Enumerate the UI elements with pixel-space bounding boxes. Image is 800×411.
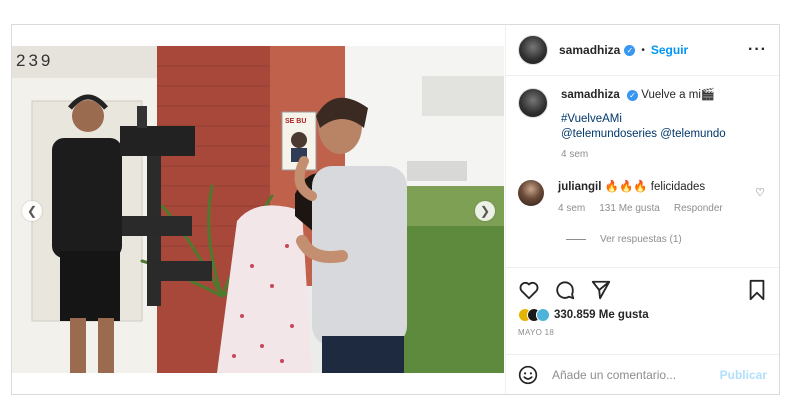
avatar[interactable] <box>518 35 548 65</box>
post-media: 239 SE BU ❮ ❯ <box>12 25 505 394</box>
replies-divider <box>566 239 586 240</box>
post-header: samadhiza ✓ • Seguir ··· <box>506 25 779 76</box>
comment-icon[interactable] <box>554 279 576 301</box>
view-replies-button[interactable]: Ver respuestas (1) <box>566 234 767 245</box>
comment-username[interactable]: juliangil <box>558 181 601 193</box>
likes-row[interactable]: 330.859 Me gusta <box>518 308 767 322</box>
comment-time: 4 sem <box>558 203 586 214</box>
comment-like-heart-icon[interactable]: ♡ <box>755 186 765 199</box>
caption-hashtag[interactable]: #VuelveAMi <box>561 112 726 127</box>
comment-item: juliangil 🔥🔥🔥 felicidades 4 sem 131 Me g… <box>518 180 767 216</box>
action-icons <box>518 278 767 302</box>
comment-avatar[interactable] <box>518 180 544 206</box>
follow-button[interactable]: Seguir <box>651 43 688 57</box>
chevron-right-icon: ❯ <box>479 204 491 218</box>
comment-likes[interactable]: 131 Me gusta <box>599 201 660 216</box>
header-username[interactable]: samadhiza <box>559 43 620 57</box>
poster-text: SE BU <box>285 118 306 125</box>
comments-list[interactable]: samadhiza ✓ Vuelve a mi🎬 #VuelveAMi @tel… <box>506 76 779 267</box>
comment-meta: 4 sem 131 Me gusta Responder <box>558 201 723 216</box>
reply-button[interactable]: Responder <box>674 201 723 216</box>
post-actions: 330.859 Me gusta MAYO 18 <box>506 267 779 354</box>
likes-count[interactable]: 330.859 Me gusta <box>554 309 649 321</box>
caption-time: 4 sem <box>561 149 589 160</box>
caption-avatar[interactable] <box>518 88 548 118</box>
more-options-icon[interactable]: ··· <box>748 41 767 59</box>
caption-mentions[interactable]: @telemundoseries @telemundo <box>561 127 726 142</box>
bookmark-icon[interactable] <box>747 279 767 301</box>
publish-button[interactable]: Publicar <box>720 368 767 382</box>
comment-text: 🔥🔥🔥 felicidades <box>604 181 706 193</box>
post-photo[interactable]: 239 SE BU <box>12 46 504 373</box>
emoji-icon[interactable] <box>518 365 538 385</box>
verified-check-icon: ✓ <box>624 44 636 56</box>
separator-dot: • <box>641 44 645 56</box>
view-replies-label: Ver respuestas (1) <box>600 234 682 245</box>
verified-check-icon: ✓ <box>627 90 639 101</box>
carousel-prev-button[interactable]: ❮ <box>22 201 42 221</box>
comment-input[interactable] <box>552 367 720 382</box>
carousel-next-button[interactable]: ❯ <box>475 201 495 221</box>
heart-icon[interactable] <box>518 279 540 301</box>
post-date: MAYO 18 <box>518 328 555 337</box>
caption-username[interactable]: samadhiza <box>561 89 620 101</box>
chevron-left-icon: ❮ <box>26 204 38 218</box>
caption-body: samadhiza ✓ Vuelve a mi🎬 #VuelveAMi @tel… <box>561 88 726 162</box>
caption-text: Vuelve a mi🎬 <box>641 89 716 101</box>
share-icon[interactable] <box>590 279 612 301</box>
liker-avatar <box>536 308 550 322</box>
address-number: 239 <box>16 51 53 70</box>
post-side-panel: samadhiza ✓ • Seguir ··· samadhiza ✓ Vue… <box>505 25 779 394</box>
comment-body: juliangil 🔥🔥🔥 felicidades 4 sem 131 Me g… <box>558 180 723 216</box>
caption: samadhiza ✓ Vuelve a mi🎬 #VuelveAMi @tel… <box>518 88 767 162</box>
instagram-post-dialog: 239 SE BU ❮ ❯ samadhiza ✓ • Seguir ··· s… <box>11 24 780 395</box>
add-comment-bar: Publicar <box>506 354 779 394</box>
